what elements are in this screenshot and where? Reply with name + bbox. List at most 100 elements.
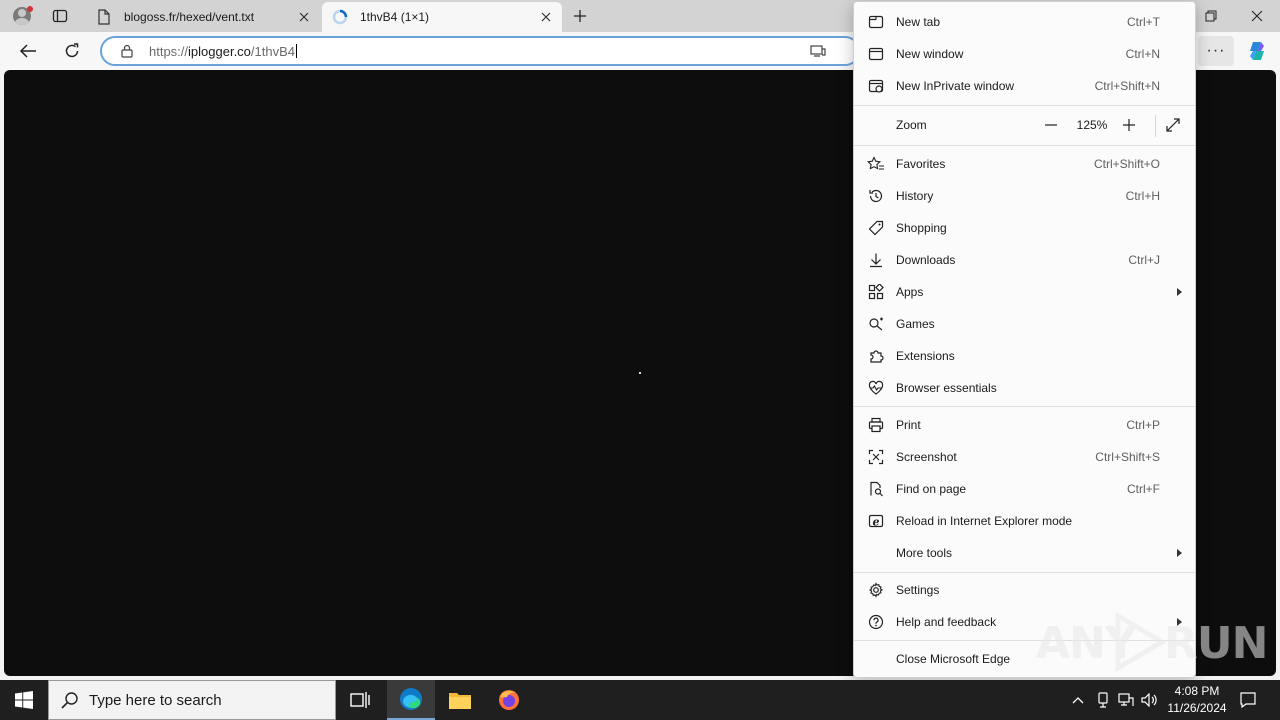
window-close-button[interactable] xyxy=(1234,0,1280,32)
menu-item-apps[interactable]: Apps xyxy=(854,276,1195,308)
tag-icon xyxy=(867,219,885,237)
menu-item-label: Shopping xyxy=(896,221,947,235)
lock-icon[interactable] xyxy=(120,44,134,58)
tab-blogoss[interactable]: blogoss.fr/hexed/vent.txt xyxy=(86,2,320,32)
tab-actions-button[interactable] xyxy=(48,4,72,28)
plus-icon xyxy=(574,10,586,22)
start-button[interactable] xyxy=(0,680,48,720)
tab-title: blogoss.fr/hexed/vent.txt xyxy=(124,10,255,24)
menu-item-screenshot[interactable]: Screenshot Ctrl+Shift+S xyxy=(854,441,1195,473)
menu-item-new-tab[interactable]: New tab Ctrl+T xyxy=(854,6,1195,38)
zoom-in-button[interactable] xyxy=(1116,109,1142,141)
menu-item-new-window[interactable]: New window Ctrl+N xyxy=(854,38,1195,70)
gear-icon xyxy=(867,581,885,599)
menu-item-new-inprivate-window[interactable]: New InPrivate window Ctrl+Shift+N xyxy=(854,70,1195,102)
notifications-button[interactable] xyxy=(1234,680,1262,720)
menu-item-label: Print xyxy=(896,418,921,432)
menu-item-label: Downloads xyxy=(896,253,956,267)
menu-item-more-tools[interactable]: More tools xyxy=(854,537,1195,569)
copilot-button[interactable] xyxy=(1244,38,1270,64)
address-bar[interactable]: https://iplogger.co/1thvB4 xyxy=(100,36,860,66)
history-icon xyxy=(867,187,885,205)
menu-item-label: Help and feedback xyxy=(896,615,997,629)
screenshot-icon xyxy=(867,448,885,466)
settings-and-more-menu: New tab Ctrl+T New window Ctrl+N New InP… xyxy=(853,1,1196,678)
tracking-pixel-image xyxy=(639,372,641,374)
menu-item-label: Settings xyxy=(896,583,940,597)
search-icon xyxy=(61,692,78,709)
full-screen-button[interactable] xyxy=(1160,109,1186,141)
show-hidden-icons-button[interactable] xyxy=(1068,680,1088,720)
menu-item-find-on-page[interactable]: Find on page Ctrl+F xyxy=(854,473,1195,505)
profile-button[interactable] xyxy=(8,4,36,28)
clock-date: 11/26/2024 xyxy=(1167,701,1227,715)
heart-pulse-icon xyxy=(867,379,885,397)
speaker-icon xyxy=(1141,693,1157,707)
taskbar: Type here to search 4:08 PM 11/26/2024 xyxy=(0,680,1280,720)
menu-item-label: Find on page xyxy=(896,482,967,496)
play-logo-icon xyxy=(1115,612,1167,672)
zoom-value: 125% xyxy=(1076,118,1108,132)
games-icon xyxy=(867,315,885,333)
menu-item-shortcut: Ctrl+N xyxy=(1125,47,1160,61)
menu-item-browser-essentials[interactable]: Browser essentials xyxy=(854,372,1195,404)
refresh-button[interactable] xyxy=(57,36,87,66)
menu-item-label: New InPrivate window xyxy=(896,79,1015,93)
plus-icon xyxy=(1123,119,1135,131)
ie-icon: e xyxy=(867,512,885,530)
menu-item-shortcut: Ctrl+H xyxy=(1125,189,1160,203)
menu-item-shopping[interactable]: Shopping xyxy=(854,212,1195,244)
url-domain: iplogger.co xyxy=(188,44,251,59)
taskbar-search-box[interactable]: Type here to search xyxy=(48,680,336,720)
tab-iplogger[interactable]: 1thvB4 (1×1) xyxy=(322,2,562,32)
clock-time: 4:08 PM xyxy=(1174,684,1220,698)
network-icon xyxy=(1118,693,1134,706)
taskbar-clock[interactable]: 4:08 PM 11/26/2024 xyxy=(1160,683,1234,717)
minus-icon xyxy=(1045,124,1057,126)
tray-network-button[interactable] xyxy=(1116,680,1136,720)
tab-close-button[interactable] xyxy=(294,7,314,27)
apps-icon xyxy=(867,283,885,301)
restore-icon xyxy=(1205,10,1217,22)
settings-and-more-button[interactable]: ··· xyxy=(1198,36,1234,66)
document-icon xyxy=(96,9,112,25)
print-icon xyxy=(867,416,885,434)
new-tab-icon xyxy=(867,13,885,31)
menu-separator xyxy=(854,145,1195,146)
menu-item-downloads[interactable]: Downloads Ctrl+J xyxy=(854,244,1195,276)
menu-item-zoom: Zoom 125% xyxy=(854,109,1195,141)
menu-item-games[interactable]: Games xyxy=(854,308,1195,340)
zoom-label: Zoom xyxy=(896,118,927,132)
new-window-icon xyxy=(867,45,885,63)
anyrun-watermark: ANY RUN xyxy=(1036,612,1268,672)
back-button[interactable] xyxy=(13,36,43,66)
menu-item-print[interactable]: Print Ctrl+P xyxy=(854,409,1195,441)
menu-item-favorites[interactable]: Favorites Ctrl+Shift+O xyxy=(854,148,1195,180)
ellipsis-icon: ··· xyxy=(1206,42,1226,59)
menu-item-history[interactable]: History Ctrl+H xyxy=(854,180,1195,212)
menu-item-label: Extensions xyxy=(896,349,955,363)
refresh-icon xyxy=(65,43,79,58)
firefox-icon xyxy=(499,690,519,710)
taskbar-firefox-button[interactable] xyxy=(485,680,533,720)
taskbar-file-explorer-button[interactable] xyxy=(436,680,484,720)
submenu-arrow-icon xyxy=(1177,549,1182,557)
tab-close-button[interactable] xyxy=(536,7,556,27)
tray-device-button[interactable] xyxy=(1093,680,1113,720)
zoom-out-button[interactable] xyxy=(1038,109,1064,141)
menu-item-extensions[interactable]: Extensions xyxy=(854,340,1195,372)
zoom-separator xyxy=(1155,115,1156,137)
menu-item-shortcut: Ctrl+P xyxy=(1126,418,1160,432)
menu-item-settings[interactable]: Settings xyxy=(854,574,1195,606)
menu-item-shortcut: Ctrl+T xyxy=(1127,15,1160,29)
favorites-icon xyxy=(867,155,885,173)
task-view-button[interactable] xyxy=(336,680,384,720)
new-tab-button[interactable] xyxy=(568,4,592,28)
immersive-reader-icon[interactable] xyxy=(810,44,826,58)
tray-volume-button[interactable] xyxy=(1140,680,1160,720)
menu-item-label: New window xyxy=(896,47,964,61)
tab-title: 1thvB4 (1×1) xyxy=(360,10,430,24)
menu-item-reload-ie-mode[interactable]: e Reload in Internet Explorer mode xyxy=(854,505,1195,537)
url-text[interactable]: https://iplogger.co/1thvB4 xyxy=(149,44,298,59)
taskbar-edge-button[interactable] xyxy=(387,680,435,720)
